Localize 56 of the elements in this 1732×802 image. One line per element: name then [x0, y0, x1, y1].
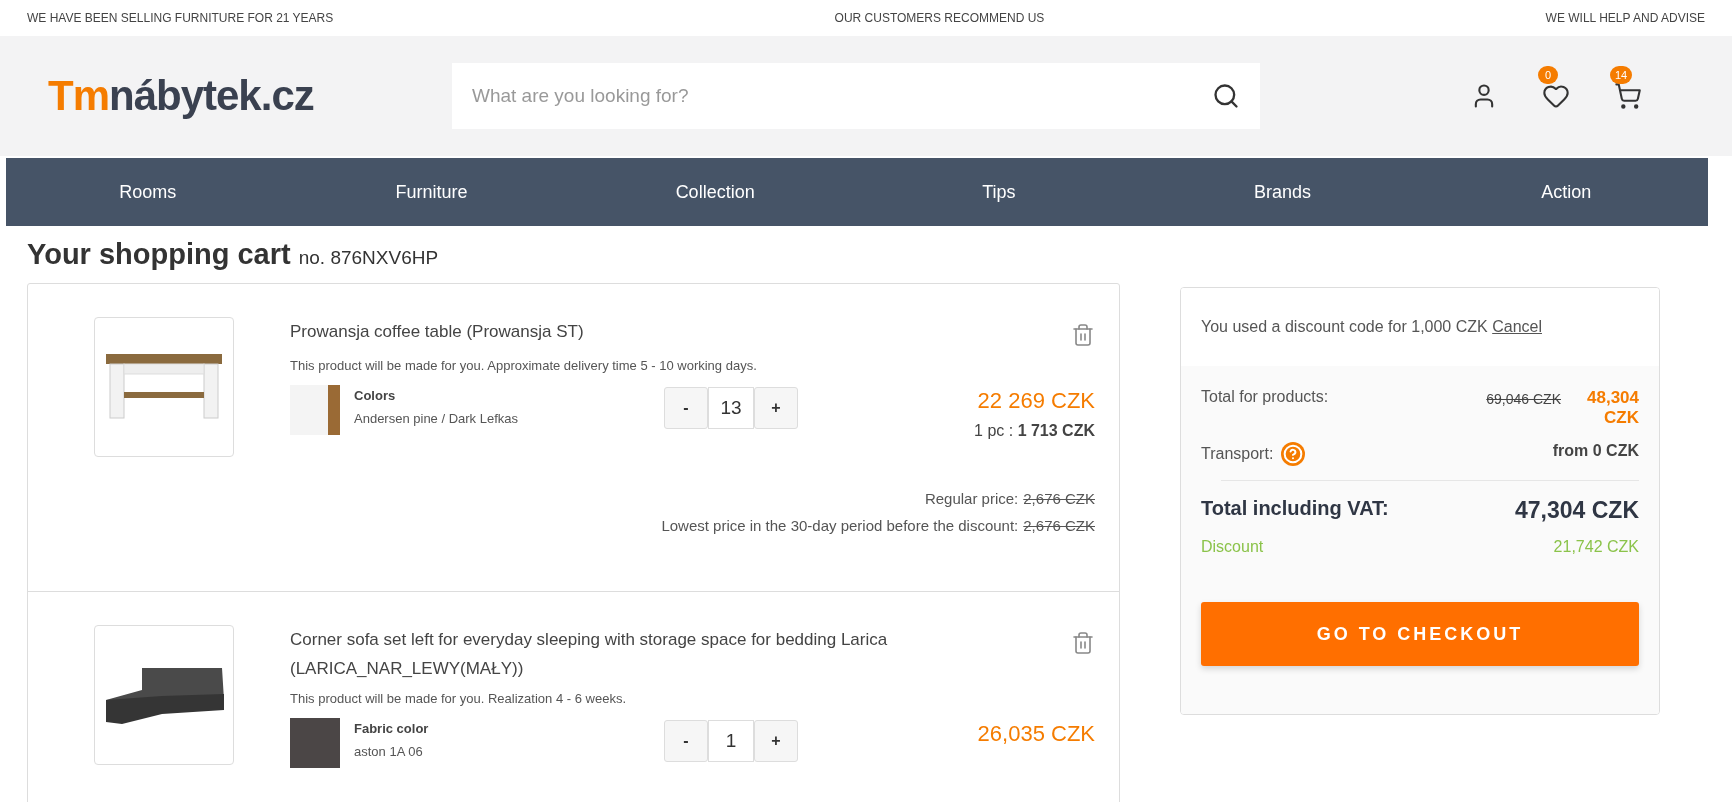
discount-label: Discount — [1201, 538, 1264, 556]
search-field[interactable]: What are you looking for? — [452, 63, 1260, 129]
count-badge: 0 — [1538, 66, 1558, 84]
product-photo[interactable] — [94, 625, 234, 765]
decrease-button[interactable]: - — [664, 720, 708, 762]
old-price: 2,676 CZK — [1023, 517, 1095, 534]
increase-button[interactable]: + — [754, 387, 798, 429]
page-title: Your shopping cart — [27, 238, 291, 271]
product-name[interactable]: Prowansja coffee table (Prowansja ST) — [290, 317, 584, 346]
option-label: Fabric color — [354, 721, 430, 736]
nav-link[interactable]: Brands — [1253, 181, 1311, 203]
trash-icon — [1071, 631, 1095, 655]
color-swatch[interactable] — [290, 385, 340, 435]
nav-link[interactable]: Furniture — [395, 181, 468, 203]
item-price: 26,035 CZK — [977, 721, 1095, 747]
nav-link[interactable]: Rooms — [119, 181, 177, 203]
product-name[interactable]: Corner sofa set left for everyday sleeping with storage space for bedding Larica (LARICA_NAR_LEWY(MAŁY)) — [290, 625, 910, 683]
option-label: Colors — [354, 388, 397, 403]
fabric-swatch[interactable] — [290, 718, 340, 768]
delivery-note: This product will be made for you. Approximate delivery time 5 - 10 working days. — [290, 358, 758, 373]
item-price: 22 269 CZK — [977, 388, 1095, 414]
decrease-button[interactable]: - — [664, 387, 708, 429]
search-icon — [1212, 82, 1240, 110]
top-bar-text: OUR CUSTOMERS RECOMMEND US — [834, 11, 1045, 25]
delivery-note: This product will be made for you. Realization 4 - 6 weeks. — [290, 691, 627, 706]
discount-note: You used a discount code for 1,000 CZK Cancel — [1201, 318, 1543, 336]
cart-number: no. 876NXV6HP — [298, 247, 439, 269]
count-badge: 14 — [1610, 66, 1633, 84]
top-bar-text: WE HAVE BEEN SELLING FURNITURE FOR 21 YEARS — [27, 11, 334, 25]
nav-link[interactable]: Action — [1541, 181, 1592, 203]
quantity-field[interactable]: 1 — [708, 720, 754, 762]
logo[interactable]: Tmnábytek.cz — [48, 72, 452, 120]
option-value: aston 1A 06 — [354, 744, 424, 759]
old-price: 69,046 CZK — [1486, 391, 1561, 409]
option-value: Andersen pine / Dark Lefkas — [354, 411, 520, 426]
cart-icon — [1614, 82, 1642, 110]
transport-price: from 0 CZK — [1552, 442, 1639, 460]
help-button[interactable] — [1281, 442, 1306, 466]
increase-button[interactable]: + — [754, 720, 798, 762]
price-label: Regular price: — [924, 490, 1019, 507]
quantity-field[interactable]: 13 — [708, 387, 754, 429]
transport-label: Transport: — [1201, 445, 1274, 463]
cancel-link[interactable]: Cancel — [1492, 318, 1542, 335]
price-label: Lowest price in the 30-day period before the discount: — [661, 517, 1019, 534]
unit-price: 1 pc : 1 713 CZK — [974, 422, 1095, 440]
nav-link[interactable]: Tips — [982, 181, 1016, 203]
total-label: Total including VAT: — [1201, 497, 1389, 520]
old-price: 2,676 CZK — [1023, 490, 1095, 507]
top-bar-text: WE WILL HELP AND ADVISE — [1545, 11, 1705, 25]
products-label: Total for products: — [1201, 388, 1329, 406]
trash-icon — [1071, 323, 1095, 347]
nav-link[interactable]: Collection — [675, 181, 755, 203]
question-icon — [1283, 444, 1304, 464]
discount-amount: 21,742 CZK — [1553, 538, 1639, 556]
total-price: 47,304 CZK — [1515, 497, 1639, 524]
products-price: 48,304 CZK — [1586, 388, 1639, 428]
